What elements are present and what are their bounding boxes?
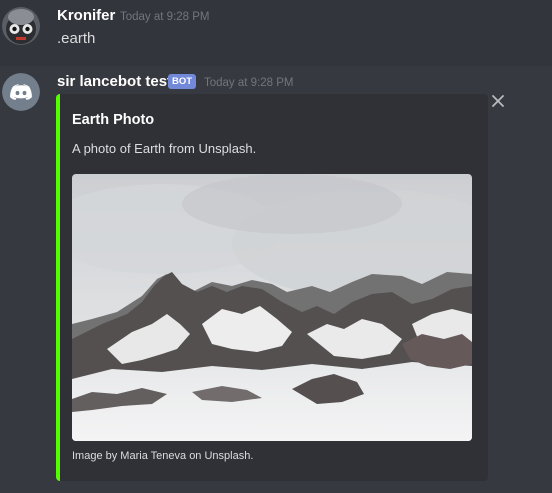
discord-logo-icon (2, 73, 40, 111)
snowy-mountain-photo (72, 174, 472, 441)
close-icon[interactable] (491, 94, 505, 108)
embed-image[interactable] (72, 174, 472, 441)
bot-avatar[interactable] (2, 73, 40, 111)
message-bot: sir lancebot test BOT Today at 9:28 PM E… (0, 0, 552, 493)
bot-username[interactable]: sir lancebot test (57, 73, 172, 90)
embed-title: Earth Photo (72, 112, 155, 128)
timestamp: Today at 9:28 PM (204, 77, 294, 89)
embed: Earth Photo A photo of Earth from Unspla… (56, 94, 488, 481)
bot-badge: BOT (168, 74, 197, 89)
embed-description: A photo of Earth from Unsplash. (72, 141, 257, 156)
embed-footer: Image by Maria Teneva on Unsplash. (72, 450, 254, 462)
